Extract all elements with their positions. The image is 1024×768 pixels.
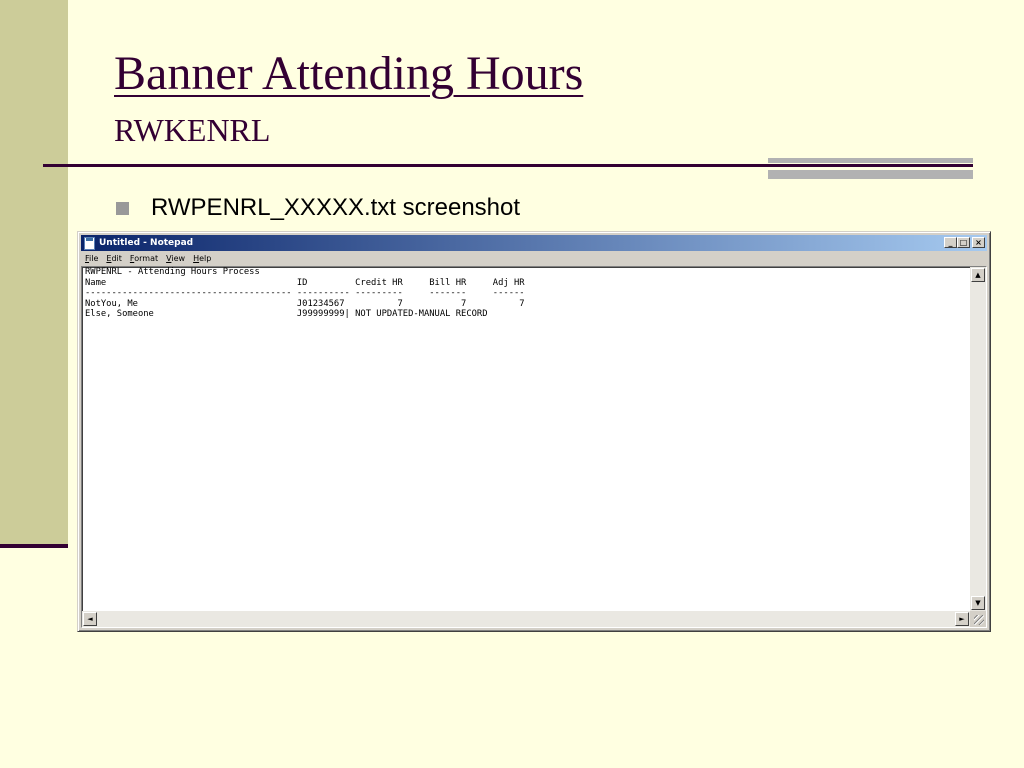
slide-title: Banner Attending Hours bbox=[114, 47, 584, 100]
close-button[interactable]: × bbox=[972, 237, 985, 248]
horizontal-scrollbar[interactable]: ◄ ► bbox=[82, 611, 970, 627]
report-separator-line: --------------------------------------- … bbox=[85, 288, 525, 298]
notepad-text-area[interactable]: RWPENRL - Attending Hours Process Name ID… bbox=[81, 266, 987, 628]
title-divider-rule bbox=[43, 164, 973, 167]
window-controls: _ □ × bbox=[944, 237, 985, 248]
scroll-down-arrow-icon[interactable]: ▼ bbox=[971, 596, 985, 610]
vertical-scrollbar[interactable]: ▲ ▼ bbox=[970, 267, 986, 611]
report-row-1: NotYou, Me J01234567 7 7 7 bbox=[85, 298, 525, 309]
menu-format[interactable]: Format bbox=[126, 252, 162, 266]
bullet-text: RWPENRL_XXXXX.txt screenshot bbox=[151, 194, 521, 221]
report-row-2: Else, Someone J99999999| NOT UPDATED-MAN… bbox=[85, 309, 488, 319]
maximize-button[interactable]: □ bbox=[957, 237, 970, 248]
report-header-line: Name ID Credit HR Bill HR Adj HR bbox=[85, 277, 525, 288]
menu-help[interactable]: Help bbox=[189, 252, 215, 266]
resize-grip-icon[interactable] bbox=[970, 611, 986, 627]
notepad-menubar: File Edit Format View Help bbox=[81, 252, 987, 266]
scroll-left-arrow-icon[interactable]: ◄ bbox=[83, 612, 97, 626]
notepad-text-content: RWPENRL - Attending Hours Process Name ID… bbox=[85, 267, 525, 320]
report-title-line: RWPENRL - Attending Hours Process bbox=[85, 267, 260, 277]
title-gray-rule-bottom bbox=[768, 170, 973, 179]
notepad-app-icon[interactable] bbox=[84, 236, 95, 250]
notepad-window-title: Untitled - Notepad bbox=[99, 238, 194, 248]
bullet-item: RWPENRL_XXXXX.txt screenshot bbox=[116, 193, 520, 223]
menu-edit[interactable]: Edit bbox=[102, 252, 126, 266]
menu-file[interactable]: File bbox=[81, 252, 102, 266]
slide-subtitle: RWKENRL bbox=[114, 112, 271, 148]
scroll-up-arrow-icon[interactable]: ▲ bbox=[971, 268, 985, 282]
slide-left-band bbox=[0, 0, 68, 545]
scroll-right-arrow-icon[interactable]: ► bbox=[955, 612, 969, 626]
menu-view[interactable]: View bbox=[162, 252, 189, 266]
title-gray-rule-top bbox=[768, 158, 973, 163]
minimize-button[interactable]: _ bbox=[944, 237, 957, 248]
bullet-square-icon bbox=[116, 201, 129, 215]
notepad-titlebar[interactable]: Untitled - Notepad _ □ × bbox=[81, 235, 987, 251]
slide-left-accent-line bbox=[0, 544, 68, 548]
notepad-window: Untitled - Notepad _ □ × File Edit Forma… bbox=[77, 231, 991, 632]
